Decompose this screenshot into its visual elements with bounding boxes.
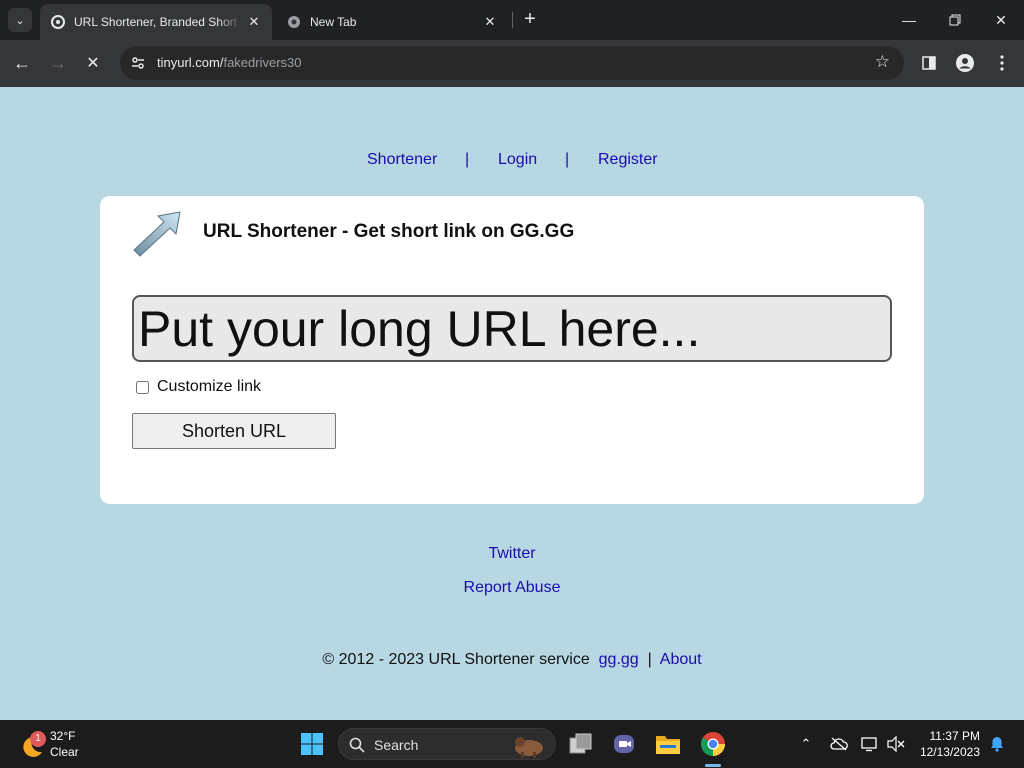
url-host: tinyurl.com/ <box>157 55 224 70</box>
gg-gg-link[interactable]: gg.gg <box>599 651 639 668</box>
tab-divider <box>512 12 513 28</box>
close-tab-icon[interactable]: ✕ <box>482 14 498 30</box>
tab-new-tab[interactable]: New Tab ✕ <box>276 4 508 40</box>
twitter-row: Twitter <box>0 545 1024 563</box>
notification-bell-icon[interactable] <box>985 732 1009 756</box>
weather-condition: Clear <box>50 745 79 759</box>
nav-login-link[interactable]: Login <box>498 151 537 169</box>
search-icon <box>349 737 365 753</box>
close-window-icon[interactable]: ✕ <box>978 0 1024 40</box>
long-url-input[interactable] <box>132 295 892 362</box>
footer-separator: | <box>647 651 652 668</box>
stop-loading-icon[interactable]: ✕ <box>78 48 108 78</box>
report-abuse-row: Report Abuse <box>0 579 1024 597</box>
display-icon[interactable] <box>858 732 882 756</box>
shortener-card: URL Shortener - Get short link on GG.GG … <box>100 196 924 504</box>
shorten-url-button[interactable]: Shorten URL <box>132 413 336 449</box>
search-highlight-icon <box>515 737 543 758</box>
show-hidden-icons-chevron-icon[interactable]: ⌃ <box>794 732 818 756</box>
tab-title: New Tab <box>310 15 357 29</box>
card-heading: URL Shortener - Get short link on GG.GG <box>203 221 575 242</box>
chrome-favicon-icon <box>286 14 302 30</box>
menu-kebab-icon[interactable] <box>989 50 1015 76</box>
minimize-icon[interactable]: — <box>886 0 932 40</box>
volume-muted-icon[interactable] <box>884 732 908 756</box>
back-arrow-icon[interactable]: ← <box>7 48 37 78</box>
teams-chat-icon[interactable] <box>608 728 640 760</box>
new-tab-plus-icon[interactable]: + <box>518 8 542 32</box>
close-tab-icon[interactable]: ✕ <box>246 14 262 30</box>
cloud-offline-icon[interactable] <box>827 732 851 756</box>
chrome-active-indicator <box>705 764 721 767</box>
customize-link-label: Customize link <box>157 378 262 395</box>
windows-taskbar: 1 32°F Clear Search ⌃ 11:37 PM 12/13/202… <box>0 720 1024 768</box>
tinyurl-favicon-icon <box>50 14 66 30</box>
restore-icon[interactable] <box>932 0 978 40</box>
system-clock[interactable]: 11:37 PM 12/13/2023 <box>916 728 980 760</box>
web-page: Shortener | Login | Register URL Shorten… <box>0 87 1024 720</box>
browser-toolbar: ← → ✕ tinyurl.com/fakedrivers30 ☆ <box>0 40 1024 87</box>
nav-register-link[interactable]: Register <box>598 151 658 169</box>
file-explorer-icon[interactable] <box>652 728 684 760</box>
windows-start-icon[interactable] <box>296 728 328 760</box>
customize-link-checkbox[interactable] <box>136 380 149 394</box>
customize-link-option[interactable]: Customize link <box>136 378 261 396</box>
tab-url-shortener[interactable]: URL Shortener, Branded Short Links & Ana… <box>40 4 272 40</box>
copyright-footer: © 2012 - 2023 URL Shortener service gg.g… <box>0 651 1024 669</box>
profile-icon[interactable] <box>952 50 978 76</box>
arrow-logo-icon <box>133 211 181 257</box>
tab-search-icon[interactable]: ⌄ <box>8 8 32 32</box>
nav-separator: | <box>465 151 470 168</box>
address-bar[interactable]: tinyurl.com/fakedrivers30 ☆ <box>120 46 904 80</box>
tab-strip: ⌄ URL Shortener, Branded Short Links & A… <box>0 0 1024 40</box>
search-label: Search <box>374 737 419 753</box>
task-view-icon[interactable] <box>565 728 597 760</box>
about-link[interactable]: About <box>660 651 702 668</box>
url-text[interactable]: tinyurl.com/fakedrivers30 <box>157 55 302 70</box>
weather-widget[interactable]: 1 32°F Clear <box>16 726 96 762</box>
copyright-text: © 2012 - 2023 URL Shortener service <box>322 651 590 668</box>
chrome-taskbar-icon[interactable] <box>697 728 729 760</box>
taskbar-search[interactable]: Search <box>338 728 556 760</box>
twitter-link[interactable]: Twitter <box>488 545 535 562</box>
forward-arrow-icon[interactable]: → <box>43 48 73 78</box>
weather-temperature: 32°F <box>50 729 76 743</box>
report-abuse-link[interactable]: Report Abuse <box>464 579 561 596</box>
site-settings-icon[interactable] <box>128 53 148 73</box>
nav-separator: | <box>565 151 570 168</box>
bookmark-star-icon[interactable]: ☆ <box>875 52 890 72</box>
weather-badge: 1 <box>30 731 46 747</box>
side-panel-icon[interactable] <box>916 50 942 76</box>
clock-time: 11:37 PM <box>929 729 980 743</box>
clock-date: 12/13/2023 <box>919 745 980 759</box>
url-path: fakedrivers30 <box>223 55 302 70</box>
tab-title: URL Shortener, Branded Short Links & Ana… <box>74 15 242 29</box>
nav-shortener-link[interactable]: Shortener <box>367 151 437 169</box>
